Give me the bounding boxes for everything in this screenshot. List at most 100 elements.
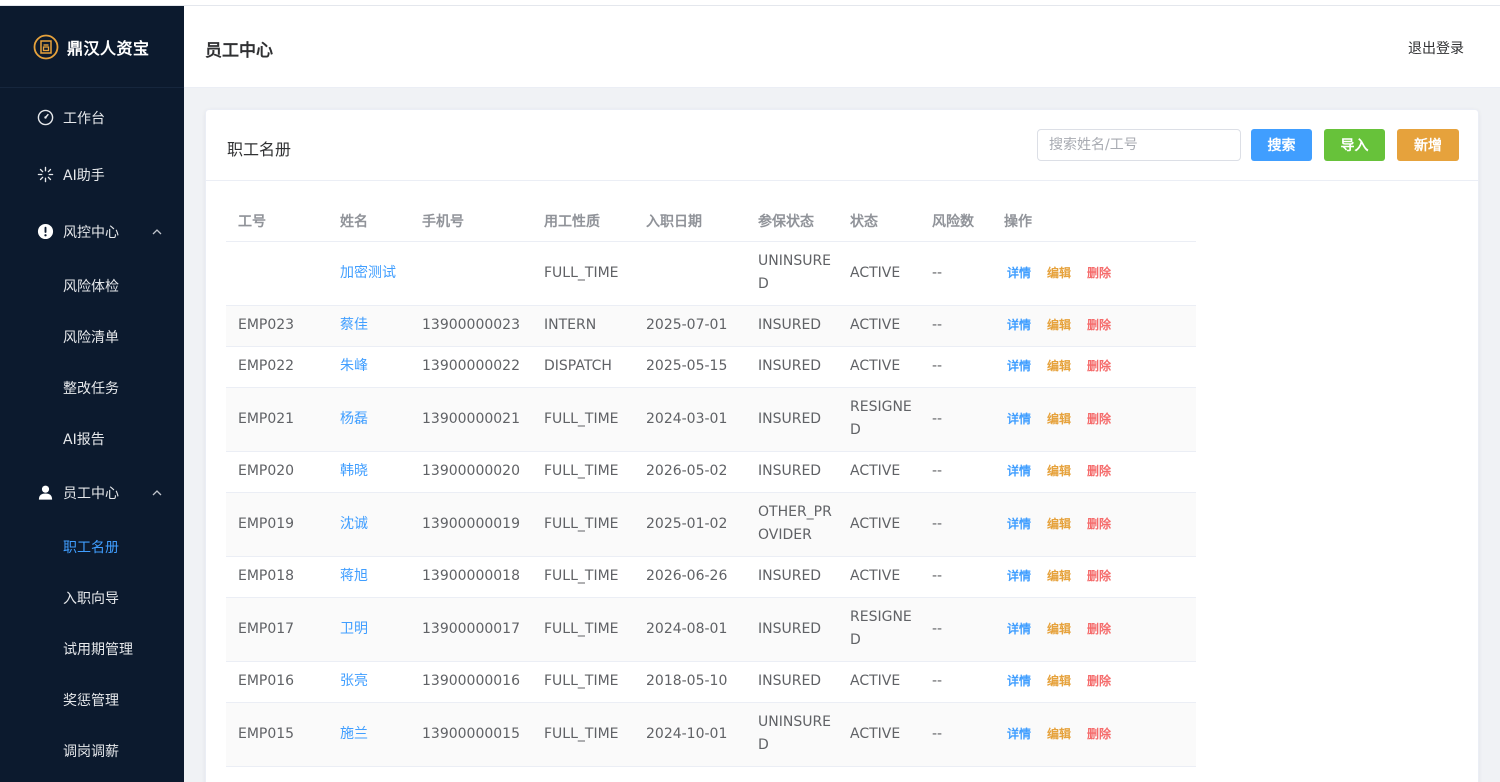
table-cell — [226, 241, 328, 306]
edit-link[interactable]: 编辑 — [1047, 674, 1071, 688]
chevron-up-icon — [152, 489, 162, 495]
edit-link[interactable]: 编辑 — [1047, 359, 1071, 373]
sidebar-item-label: 工作台 — [63, 110, 105, 127]
employee-name-link[interactable]: 朱峰 — [340, 358, 368, 374]
sparkle-icon — [37, 166, 54, 183]
detail-link[interactable]: 详情 — [1007, 622, 1031, 636]
table-cell: EMP019 — [226, 492, 328, 557]
table-row[interactable]: EMP021 杨磊 13900000021 FULL_TIME 2024-03-01 IN… — [226, 387, 1196, 452]
sidebar-item-risk-center[interactable]: 风控中心 — [0, 203, 184, 260]
status-cell: ACTIVE — [850, 515, 901, 532]
insurance-status-cell: INSURED — [758, 463, 822, 479]
detail-link[interactable]: 详情 — [1007, 674, 1031, 688]
delete-link[interactable]: 删除 — [1087, 266, 1111, 280]
delete-link[interactable]: 删除 — [1087, 464, 1111, 478]
employee-name-link[interactable]: 加密测试 — [340, 265, 396, 281]
column-header[interactable]: 手机号 — [410, 201, 532, 242]
table-cell: 13900000017 — [410, 597, 532, 662]
detail-link[interactable]: 详情 — [1007, 727, 1031, 741]
actions-cell: 详情 编辑 删除 — [992, 241, 1196, 306]
employee-name-link[interactable]: 卫明 — [340, 621, 368, 637]
table-cell: 2026-06-26 — [634, 556, 746, 598]
sidebar-subitem-probation[interactable]: 试用期管理 — [0, 623, 184, 674]
sidebar-item-ai-assistant[interactable]: AI助手 — [0, 146, 184, 203]
logout-link[interactable]: 退出登录 — [1408, 38, 1464, 58]
sidebar-subitem-roster[interactable]: 职工名册 — [0, 521, 184, 572]
sidebar-item-dashboard[interactable]: 工作台 — [0, 89, 184, 146]
table-cell: ACTIVE — [838, 241, 920, 306]
status-cell: ACTIVE — [850, 264, 901, 281]
employee-name-link[interactable]: 韩晓 — [340, 463, 368, 479]
sidebar-subitem-transfer[interactable]: 调岗调薪 — [0, 725, 184, 776]
table-row[interactable]: 加密测试 FULL_TIME UNINSURED ACTIVE -- 详情 编辑 删除 — [226, 241, 1196, 306]
employee-id-cell: EMP015 — [238, 725, 295, 742]
brand[interactable]: 鼎汉人资宝 — [0, 6, 184, 88]
delete-link[interactable]: 删除 — [1087, 359, 1111, 373]
add-button[interactable]: 新增 — [1397, 129, 1459, 161]
edit-link[interactable]: 编辑 — [1047, 622, 1071, 636]
edit-link[interactable]: 编辑 — [1047, 266, 1071, 280]
detail-link[interactable]: 详情 — [1007, 569, 1031, 583]
employee-name-link[interactable]: 沈诚 — [340, 516, 368, 532]
sidebar-subitem-onboarding[interactable]: 入职向导 — [0, 572, 184, 623]
sidebar-subitem-ai-report[interactable]: AI报告 — [0, 413, 184, 464]
delete-link[interactable]: 删除 — [1087, 569, 1111, 583]
sidebar-subitem-risk-check[interactable]: 风险体检 — [0, 260, 184, 311]
employee-name-link[interactable]: 张亮 — [340, 673, 368, 689]
phone-cell: 13900000022 — [422, 358, 520, 374]
import-button[interactable]: 导入 — [1324, 129, 1385, 161]
sidebar-subitem-risk-list[interactable]: 风险清单 — [0, 311, 184, 362]
column-header[interactable]: 参保状态 — [746, 201, 838, 242]
sidebar-subitem-rewards[interactable]: 奖惩管理 — [0, 674, 184, 725]
employee-name-link[interactable]: 蒋旭 — [340, 568, 368, 584]
table-cell: -- — [920, 305, 992, 347]
detail-link[interactable]: 详情 — [1007, 359, 1031, 373]
hire-date-cell: 2024-10-01 — [646, 725, 728, 742]
search-button[interactable]: 搜索 — [1251, 129, 1312, 161]
employee-name-link[interactable]: 蔡佳 — [340, 317, 368, 333]
delete-link[interactable]: 删除 — [1087, 674, 1111, 688]
edit-link[interactable]: 编辑 — [1047, 727, 1071, 741]
delete-link[interactable]: 删除 — [1087, 318, 1111, 332]
detail-link[interactable]: 详情 — [1007, 517, 1031, 531]
detail-link[interactable]: 详情 — [1007, 464, 1031, 478]
risk-count-cell: -- — [932, 620, 943, 637]
edit-link[interactable]: 编辑 — [1047, 464, 1071, 478]
detail-link[interactable]: 详情 — [1007, 318, 1031, 332]
column-header[interactable]: 用工性质 — [532, 201, 634, 242]
table-row[interactable]: EMP016 张亮 13900000016 FULL_TIME 2018-05-10 IN… — [226, 661, 1196, 703]
employee-id-cell: EMP016 — [238, 673, 295, 689]
delete-link[interactable]: 删除 — [1087, 517, 1111, 531]
sidebar-subitem-rectification[interactable]: 整改任务 — [0, 362, 184, 413]
table-row[interactable]: EMP015 施兰 13900000015 FULL_TIME 2024-10-01 UN… — [226, 702, 1196, 767]
column-header[interactable]: 风险数 — [920, 201, 992, 242]
column-header[interactable]: 状态 — [838, 201, 920, 242]
card-title: 职工名册 — [227, 140, 292, 159]
employee-name-link[interactable]: 施兰 — [340, 726, 368, 742]
table-cell: RESIGNED — [838, 597, 920, 662]
delete-link[interactable]: 删除 — [1087, 412, 1111, 426]
delete-link[interactable]: 删除 — [1087, 727, 1111, 741]
search-input[interactable] — [1037, 129, 1241, 161]
delete-link[interactable]: 删除 — [1087, 622, 1111, 636]
table-row[interactable]: EMP019 沈诚 13900000019 FULL_TIME 2025-01-02 OT… — [226, 492, 1196, 557]
column-header[interactable]: 工号 — [226, 201, 328, 242]
column-header[interactable]: 操作 — [992, 201, 1196, 242]
sidebar-item-employee-center[interactable]: 员工中心 — [0, 464, 184, 521]
edit-link[interactable]: 编辑 — [1047, 517, 1071, 531]
detail-link[interactable]: 详情 — [1007, 266, 1031, 280]
edit-link[interactable]: 编辑 — [1047, 569, 1071, 583]
insurance-status-cell: INSURED — [758, 358, 822, 374]
table-row[interactable]: EMP017 卫明 13900000017 FULL_TIME 2024-08-01 IN… — [226, 597, 1196, 662]
column-header[interactable]: 入职日期 — [634, 201, 746, 242]
table-row[interactable]: EMP022 朱峰 13900000022 DISPATCH 2025-05-15 INS… — [226, 346, 1196, 388]
employee-name-link[interactable]: 杨磊 — [340, 411, 368, 427]
edit-link[interactable]: 编辑 — [1047, 318, 1071, 332]
edit-link[interactable]: 编辑 — [1047, 412, 1071, 426]
table-row[interactable]: EMP018 蒋旭 13900000018 FULL_TIME 2026-06-26 IN… — [226, 556, 1196, 598]
table-cell: FULL_TIME — [532, 451, 634, 493]
table-row[interactable]: EMP020 韩晓 13900000020 FULL_TIME 2026-05-02 IN… — [226, 451, 1196, 493]
detail-link[interactable]: 详情 — [1007, 412, 1031, 426]
column-header[interactable]: 姓名 — [328, 201, 410, 242]
table-row[interactable]: EMP023 蔡佳 13900000023 INTERN 2025-07-01 INSUR… — [226, 305, 1196, 347]
